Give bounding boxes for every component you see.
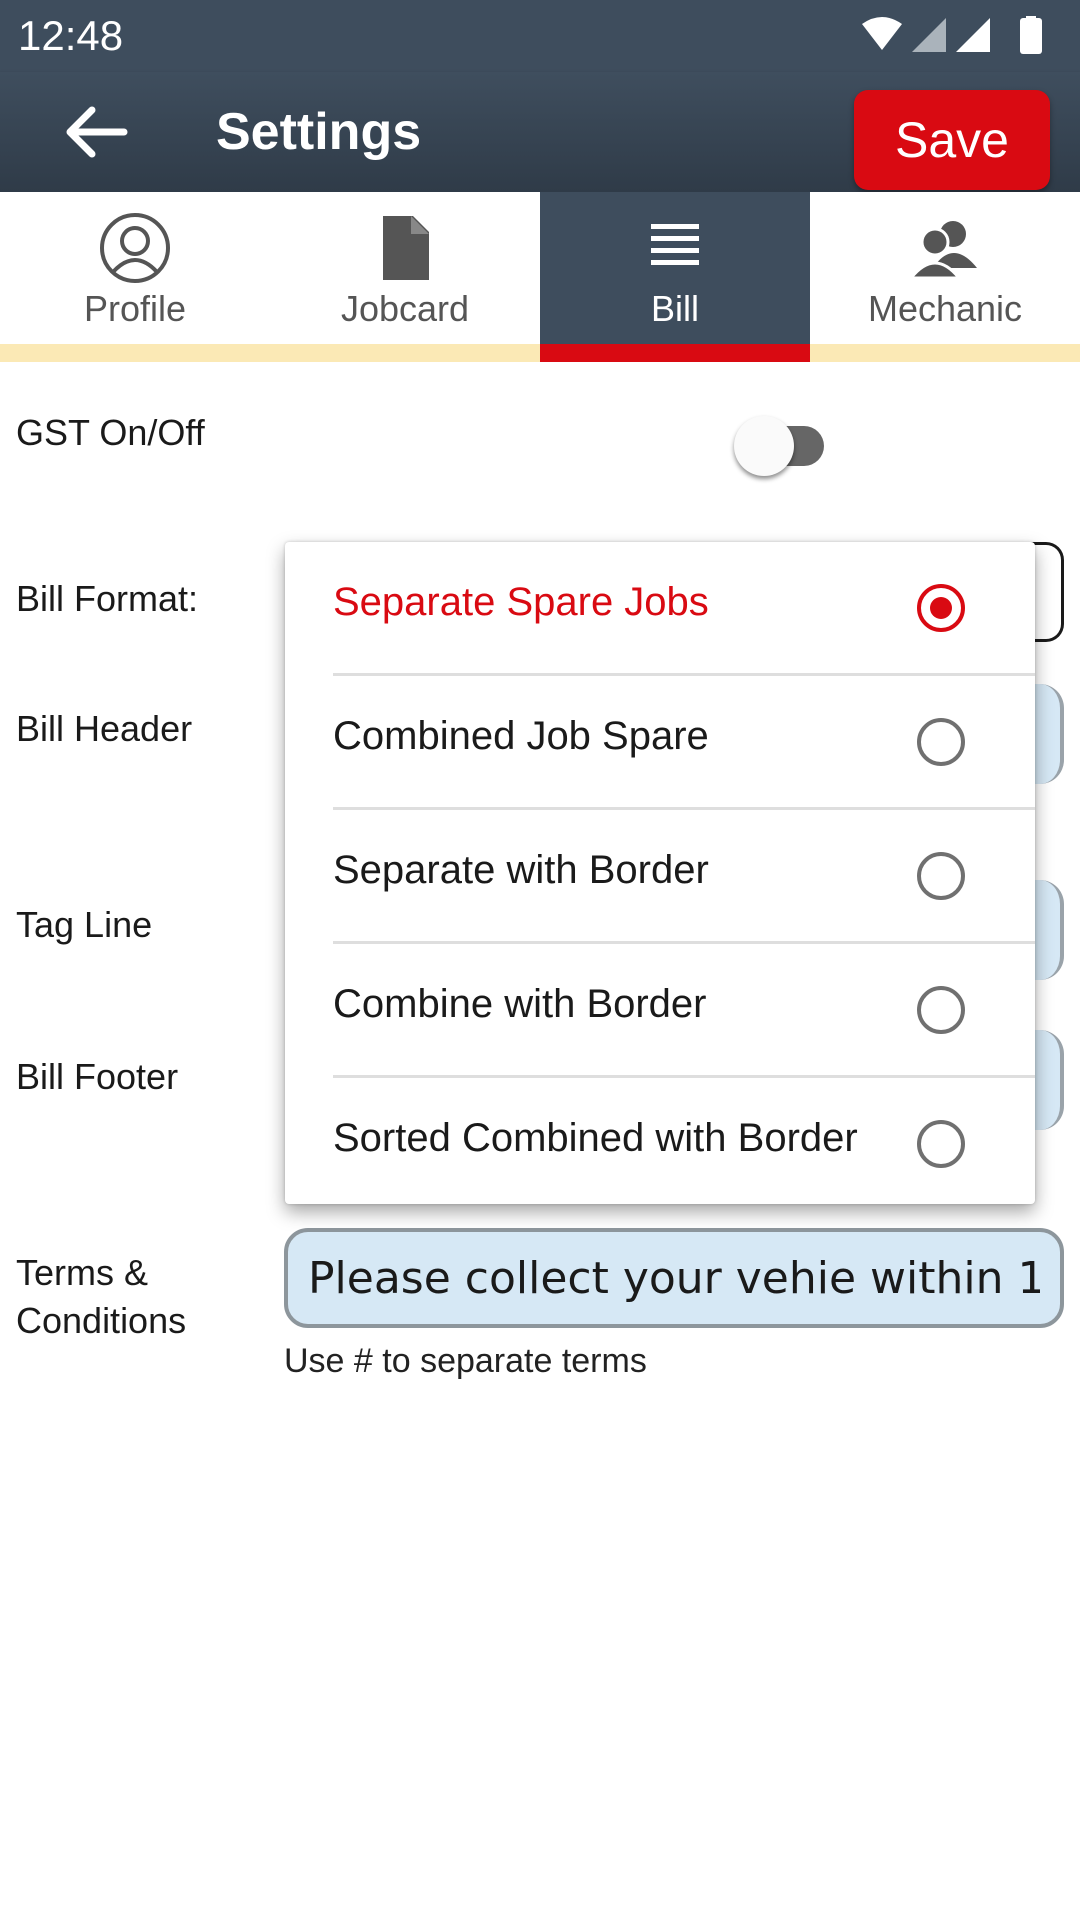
radio-icon[interactable] — [917, 986, 965, 1034]
gst-toggle[interactable] — [734, 412, 834, 476]
signal-icon — [912, 18, 946, 52]
status-time: 12:48 — [18, 12, 124, 59]
terms-field[interactable] — [284, 1228, 1064, 1328]
tab-bar: Profile Jobcard Bill Mechanic — [0, 192, 1080, 362]
terms-label-line2: Conditions — [16, 1300, 187, 1341]
bill-format-dropdown: Separate Spare Jobs Combined Job Spare S… — [285, 542, 1035, 1204]
tab-label: Profile — [83, 288, 187, 329]
bill-format-option[interactable]: Separate Spare Jobs — [333, 542, 1035, 676]
option-label: Combined Job Spare — [333, 714, 709, 758]
radio-icon[interactable] — [917, 1120, 965, 1168]
signal-icon — [956, 18, 990, 52]
arrow-left-icon — [66, 106, 128, 158]
radio-selected-icon[interactable] — [917, 584, 965, 632]
users-icon — [907, 221, 977, 280]
save-button[interactable]: Save — [854, 90, 1050, 190]
page-title: Settings — [216, 103, 422, 161]
terms-label-line1: Terms & — [16, 1252, 149, 1293]
tab-label: Mechanic — [867, 288, 1023, 329]
tab-profile[interactable]: Profile — [0, 192, 270, 362]
bill-format-option[interactable]: Combine with Border — [333, 944, 1035, 1078]
status-bar: 12:48 — [0, 0, 1080, 72]
option-label: Combine with Border — [333, 982, 707, 1026]
radio-icon[interactable] — [917, 718, 965, 766]
bill-format-label: Bill Format: — [16, 578, 199, 619]
back-button[interactable] — [62, 100, 132, 164]
option-label: Separate Spare Jobs — [333, 580, 709, 624]
radio-icon[interactable] — [917, 852, 965, 900]
list-icon — [651, 224, 699, 265]
bill-header-label: Bill Header — [16, 708, 193, 749]
system-icons — [862, 16, 1042, 54]
tab-jobcard[interactable]: Jobcard — [270, 192, 540, 362]
bill-format-option[interactable]: Combined Job Spare — [333, 676, 1035, 810]
bill-format-option[interactable]: Separate with Border — [333, 810, 1035, 944]
toggle-knob — [734, 416, 794, 476]
app-bar: Settings Save — [0, 72, 1080, 192]
tag-line-label: Tag Line — [16, 904, 153, 945]
option-label: Sorted Combined with Border — [333, 1116, 858, 1160]
tab-label: Bill — [650, 288, 699, 329]
gst-label: GST On/Off — [16, 412, 205, 453]
option-label: Separate with Border — [333, 848, 709, 892]
tab-label: Jobcard — [340, 288, 470, 329]
bill-format-option[interactable]: Sorted Combined with Border — [333, 1078, 1035, 1212]
user-circle-icon — [100, 213, 170, 283]
terms-input[interactable] — [288, 1232, 1060, 1324]
tab-bill[interactable]: Bill — [540, 192, 810, 362]
battery-icon — [1020, 18, 1042, 54]
tab-mechanic[interactable]: Mechanic — [810, 192, 1080, 362]
document-icon — [383, 216, 429, 280]
wifi-icon — [862, 17, 902, 50]
bill-footer-label: Bill Footer — [16, 1056, 179, 1097]
terms-hint: Use # to separate terms — [284, 1342, 647, 1380]
